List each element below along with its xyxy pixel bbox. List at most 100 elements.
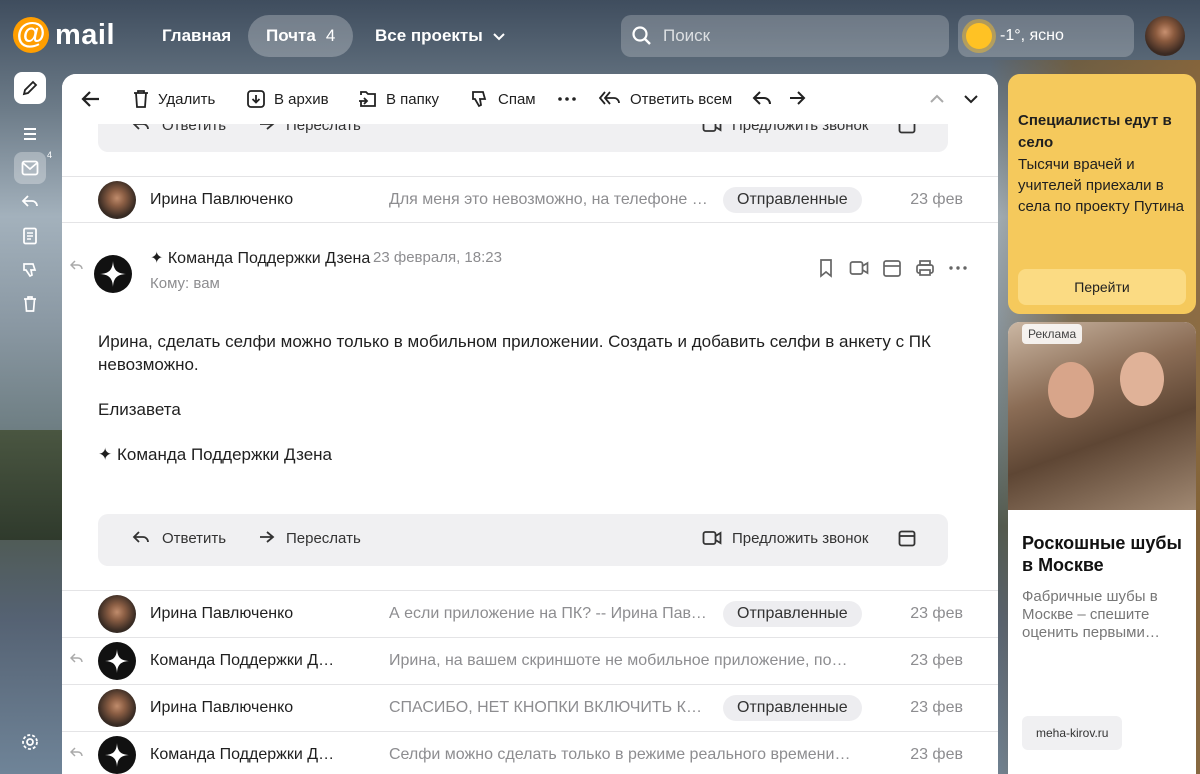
trash-icon	[134, 90, 148, 108]
folder-move-icon	[359, 91, 376, 107]
weather-widget[interactable]: -1°, ясно	[958, 15, 1134, 57]
nav-mail-count: 4	[325, 26, 336, 45]
row-snippet: СПАСИБО, НЕТ КНОПКИ ВКЛЮЧИТЬ КАМ…	[389, 699, 711, 716]
row-date: 23 фев	[910, 652, 963, 669]
zen-star-icon	[105, 743, 129, 767]
reply-button[interactable]	[752, 88, 774, 110]
row-snippet: А если приложение на ПК? -- Ирина Павлю…	[389, 605, 711, 622]
video-call-icon[interactable]	[849, 258, 869, 278]
spam-label: Спам	[498, 90, 536, 108]
ad-banner-yellow[interactable]: Специалисты едут в село Тысячи врачей и …	[1008, 74, 1196, 314]
folder-drafts[interactable]	[14, 220, 46, 252]
ad-go-button[interactable]: Перейти	[1018, 269, 1186, 305]
next-message-button[interactable]	[962, 88, 980, 110]
call-action[interactable]: Предложить звонок	[702, 529, 868, 547]
prev-message-button[interactable]	[928, 88, 946, 110]
thumbs-down-icon	[23, 263, 37, 278]
divider	[62, 222, 998, 223]
calendar-action[interactable]	[898, 529, 916, 547]
calendar-icon	[898, 530, 916, 547]
settings-button[interactable]	[20, 732, 40, 757]
thread-row[interactable]: Ирина Павлюченко А если приложение на ПК…	[62, 590, 998, 636]
folder-trash[interactable]	[14, 288, 46, 320]
folder-tag[interactable]: Отправленные	[723, 187, 862, 213]
row-date: 23 фев	[910, 746, 963, 763]
nav-all-projects[interactable]: Все проекты	[375, 15, 507, 57]
menu-button[interactable]	[14, 118, 46, 150]
row-snippet: Селфи можно сделать только в режиме реал…	[389, 746, 851, 763]
folder-tag[interactable]: Отправленные	[723, 601, 862, 627]
ad-title: Специалисты едут в село	[1018, 112, 1172, 151]
call-action-label: Предложить звонок	[732, 529, 869, 547]
document-icon	[23, 227, 37, 245]
reply-action[interactable]: Ответить	[132, 529, 226, 547]
chevron-down-icon	[493, 33, 505, 41]
spam-button[interactable]: Спам	[470, 88, 536, 110]
inbox-badge: 4	[46, 150, 52, 160]
message-sender[interactable]: ✦ Команда Поддержки Дзена	[150, 248, 370, 268]
thread-row[interactable]: Команда Поддержки Д… Селфи можно сделать…	[62, 731, 998, 774]
left-rail: 4	[14, 72, 52, 322]
back-button[interactable]	[80, 88, 102, 110]
forward-button[interactable]	[786, 88, 808, 110]
delete-button[interactable]: Удалить	[132, 88, 215, 110]
reply-all-button[interactable]: Ответить всем	[598, 88, 732, 110]
avatar	[98, 642, 136, 680]
nav-home[interactable]: Главная	[162, 15, 231, 57]
thread-row[interactable]: Ирина Павлюченко СПАСИБО, НЕТ КНОПКИ ВКЛ…	[62, 684, 998, 730]
user-avatar[interactable]	[1145, 16, 1185, 56]
row-sender: Ирина Павлюченко	[150, 191, 294, 208]
archive-icon	[247, 90, 265, 108]
message-recipient: Кому: вам	[150, 275, 220, 292]
row-snippet: Ирина, на вашем скриншоте не мобильное п…	[389, 652, 851, 669]
forward-action[interactable]: Переслать	[256, 529, 361, 547]
print-icon[interactable]	[915, 258, 935, 278]
folder-inbox[interactable]: 4	[14, 150, 52, 184]
at-logo-icon: @	[13, 17, 49, 53]
more-button[interactable]	[556, 88, 578, 110]
ad-banner-furs[interactable]: Реклама Роскошные шубы в Москве Фабричны…	[1008, 322, 1196, 774]
mail-logo[interactable]: @ mail	[13, 17, 115, 53]
gear-icon	[22, 734, 38, 750]
reply-icon	[70, 747, 83, 757]
calendar-icon[interactable]	[882, 258, 902, 278]
row-sender: Ирина Павлюченко	[150, 699, 294, 716]
zen-star-icon	[100, 261, 126, 287]
archive-label: В архив	[274, 90, 329, 108]
body-paragraph: Ирина, сделать селфи можно только в моби…	[98, 332, 931, 374]
folder-spam[interactable]	[14, 254, 46, 286]
bookmark-icon[interactable]	[816, 258, 836, 278]
body-paragraph: Елизавета	[98, 400, 181, 419]
message-toolbar: Удалить В архив В папку Спам Ответить вс…	[62, 74, 998, 124]
archive-button[interactable]: В архив	[246, 88, 329, 110]
more-dots-icon	[558, 97, 576, 101]
nav-home-label: Главная	[162, 26, 232, 45]
message-body: Ирина, сделать селфи можно только в моби…	[98, 330, 958, 488]
avatar	[98, 736, 136, 774]
inbox-icon	[21, 160, 39, 176]
row-date: 23 фев	[910, 699, 963, 716]
reply-icon	[132, 531, 149, 543]
thumbs-down-icon	[472, 91, 487, 108]
reply-all-label: Ответить всем	[630, 90, 733, 108]
avatar	[98, 689, 136, 727]
nav-mail[interactable]: Почта 4	[248, 15, 354, 57]
reply-icon	[752, 91, 771, 105]
thread-row[interactable]: Команда Поддержки Д… Ирина, на вашем скр…	[62, 637, 998, 683]
message-actions: Ответить Переслать Предложить звонок	[98, 514, 948, 566]
search-input[interactable]	[663, 26, 923, 46]
search-box[interactable]	[621, 15, 949, 57]
compose-button[interactable]	[14, 72, 46, 104]
more-dots-icon[interactable]	[948, 258, 968, 278]
logo-text: mail	[55, 18, 116, 51]
menu-icon	[24, 128, 36, 140]
folder-tag[interactable]: Отправленные	[723, 695, 862, 721]
pencil-icon	[22, 80, 38, 96]
thread-row[interactable]: Ирина Павлюченко Для меня это невозможно…	[62, 176, 998, 222]
ad-domain[interactable]: meha-kirov.ru	[1022, 716, 1123, 750]
ad-label: Реклама	[1022, 324, 1083, 344]
reply-icon	[21, 195, 38, 207]
reply-action-label: Ответить	[162, 529, 227, 547]
move-to-folder-button[interactable]: В папку	[358, 88, 439, 110]
folder-sent[interactable]	[14, 186, 46, 218]
